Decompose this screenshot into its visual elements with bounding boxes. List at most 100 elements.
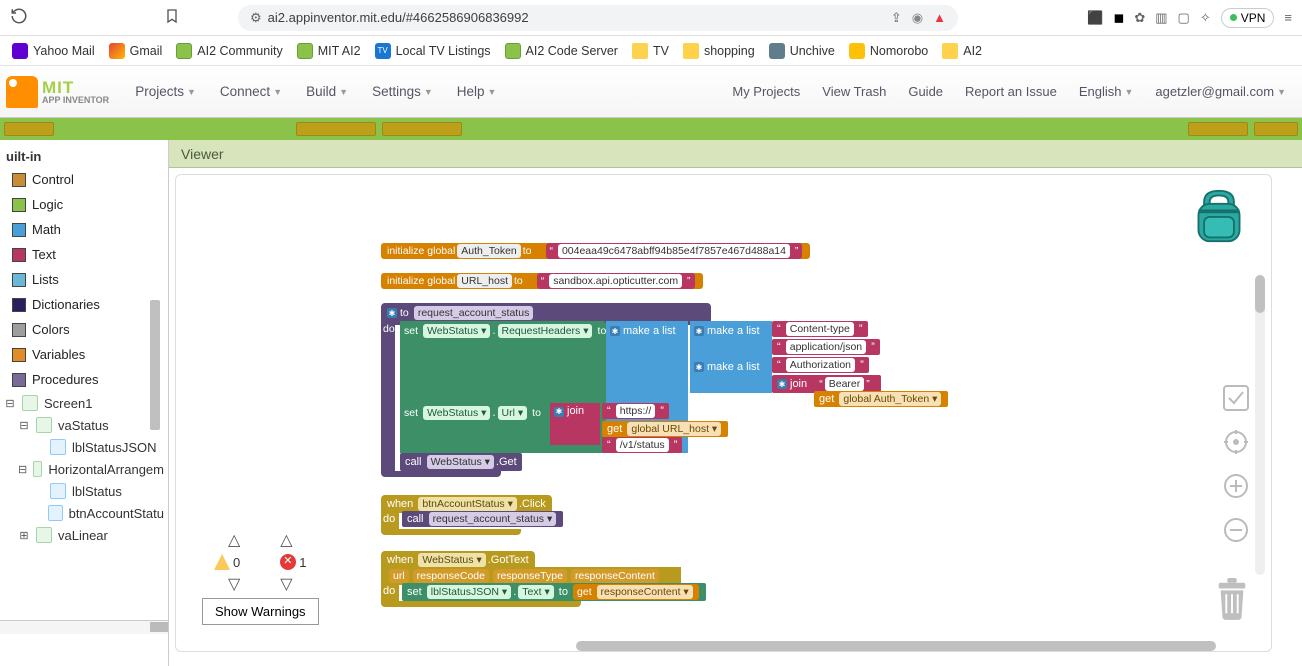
bm-nomorobo[interactable]: Nomorobo: [849, 43, 928, 59]
block-https[interactable]: “ https:// ”: [602, 403, 669, 419]
block-when-click-do[interactable]: do: [381, 511, 399, 531]
tree-item-Screen1[interactable]: ⊟Screen1: [0, 392, 168, 414]
url-text: ai2.appinventor.mit.edu/#466258690683699…: [268, 10, 529, 25]
palette-cat-dictionaries[interactable]: Dictionaries: [0, 292, 168, 317]
sidepanel-icon[interactable]: ▥: [1155, 10, 1167, 26]
tree-item-lblStatusJSON[interactable]: lblStatusJSON: [0, 436, 168, 458]
menu-build[interactable]: Build▼: [296, 78, 358, 105]
reload-icon[interactable]: [10, 7, 28, 28]
bm-unchive[interactable]: Unchive: [769, 43, 835, 59]
workspace-hscroll[interactable]: [376, 641, 1272, 651]
tree-expander[interactable]: ⊞: [18, 529, 30, 542]
menu-report[interactable]: Report an Issue: [955, 78, 1067, 105]
bm-yahoo[interactable]: Yahoo Mail: [12, 43, 95, 59]
palette-cat-lists[interactable]: Lists: [0, 267, 168, 292]
vpn-badge[interactable]: VPN: [1221, 8, 1275, 28]
warn-down-icon[interactable]: ▽: [228, 574, 240, 594]
warnings-panel: △ △ 0 1 ▽ ▽ Show Warnings: [202, 530, 319, 625]
tree-item-lblStatus[interactable]: lblStatus: [0, 480, 168, 502]
block-init-auth-token[interactable]: initialize globalAuth_Token to “ 004eaa4…: [381, 243, 810, 259]
menu-trash[interactable]: View Trash: [812, 78, 896, 105]
translate-icon[interactable]: ⬛: [1087, 10, 1103, 26]
palette-cat-logic[interactable]: Logic: [0, 192, 168, 217]
menu-settings[interactable]: Settings▼: [362, 78, 443, 105]
app-header: MITAPP INVENTOR Projects▼ Connect▼ Build…: [0, 66, 1302, 118]
bm-localtv[interactable]: TVLocal TV Listings: [375, 43, 491, 59]
palette-cat-procedures[interactable]: Procedures: [0, 367, 168, 392]
block-content-type[interactable]: “ Content-type ”: [772, 321, 868, 337]
block-set-url[interactable]: set WebStatus ▾.Url ▾ to: [400, 403, 548, 445]
bm-ai2community[interactable]: AI2 Community: [176, 43, 282, 59]
brave-icon[interactable]: ◉: [912, 10, 923, 26]
err-up-icon[interactable]: △: [280, 530, 292, 550]
palette-cat-control[interactable]: Control: [0, 167, 168, 192]
site-settings-icon[interactable]: ⚙: [250, 10, 262, 26]
workspace-controls: [1223, 385, 1249, 543]
tree-expander[interactable]: ⊟: [18, 463, 27, 476]
main-menu: Projects▼ Connect▼ Build▼ Settings▼ Help…: [125, 78, 506, 105]
block-join-url[interactable]: join: [550, 403, 600, 445]
block-init-url-host[interactable]: initialize globalURL_host to “ sandbox.a…: [381, 273, 703, 289]
zoom-out-icon[interactable]: [1223, 517, 1249, 543]
block-set-text[interactable]: set lblStatusJSON ▾.Text ▾ to get respon…: [402, 583, 706, 601]
check-icon[interactable]: [1223, 385, 1249, 411]
block-when-click-footer: [381, 529, 521, 535]
ext3-icon[interactable]: ✧: [1200, 10, 1211, 26]
tree-item-HorizontalArrangem[interactable]: ⊟HorizontalArrangem: [0, 458, 168, 480]
block-get-url-host[interactable]: get global URL_host ▾: [602, 421, 728, 437]
menu-myprojects[interactable]: My Projects: [722, 78, 810, 105]
bm-gmail[interactable]: Gmail: [109, 43, 163, 59]
url-bar[interactable]: ⚙ ai2.appinventor.mit.edu/#4662586906836…: [238, 5, 958, 31]
palette-cat-text[interactable]: Text: [0, 242, 168, 267]
bm-codeserver[interactable]: AI2 Code Server: [505, 43, 618, 59]
bookmark-icon[interactable]: [164, 8, 180, 27]
block-call-get[interactable]: call WebStatus ▾.Get: [400, 453, 522, 471]
block-get-auth-token[interactable]: get global Auth_Token ▾: [814, 391, 948, 407]
menu-projects[interactable]: Projects▼: [125, 78, 206, 105]
tree-expander[interactable]: ⊟: [4, 397, 16, 410]
show-warnings-button[interactable]: Show Warnings: [202, 598, 319, 625]
blocks-workspace[interactable]: initialize globalAuth_Token to “ 004eaa4…: [169, 168, 1302, 666]
err-down-icon[interactable]: ▽: [280, 574, 292, 594]
bm-tv[interactable]: TV: [632, 43, 669, 59]
menu-connect[interactable]: Connect▼: [210, 78, 292, 105]
mit-logo[interactable]: MITAPP INVENTOR: [6, 76, 109, 108]
ext1-icon[interactable]: ◼: [1114, 10, 1125, 26]
menu-lang[interactable]: English▼: [1069, 78, 1144, 105]
palette-cat-colors[interactable]: Colors: [0, 317, 168, 342]
bm-ai2[interactable]: AI2: [942, 43, 982, 59]
share-icon[interactable]: ⇪: [891, 10, 902, 26]
workspace-vscroll[interactable]: [1255, 275, 1265, 575]
block-gottext-do[interactable]: do: [381, 583, 399, 603]
extensions-icon[interactable]: ✿: [1134, 10, 1145, 26]
block-proc-do[interactable]: do: [381, 321, 395, 473]
bookmarks-bar: Yahoo Mail Gmail AI2 Community MIT AI2 T…: [0, 36, 1302, 66]
tree-item-btnAccountStatu[interactable]: btnAccountStatu: [0, 502, 168, 524]
menu-guide[interactable]: Guide: [898, 78, 953, 105]
block-v1status[interactable]: “ /v1/status ”: [602, 437, 682, 453]
tree-item-vaLinear[interactable]: ⊞vaLinear: [0, 524, 168, 546]
block-makelist-3[interactable]: make a list: [690, 357, 772, 393]
bm-mitai2[interactable]: MIT AI2: [297, 43, 361, 59]
menu-account[interactable]: agetzler@gmail.com▼: [1145, 78, 1296, 105]
warn-up-icon[interactable]: △: [228, 530, 240, 550]
palette-hscroll[interactable]: [0, 620, 168, 634]
tree-item-vaStatus[interactable]: ⊟vaStatus: [0, 414, 168, 436]
ext2-icon[interactable]: ▢: [1178, 10, 1190, 26]
center-icon[interactable]: [1223, 429, 1249, 455]
palette-cat-variables[interactable]: Variables: [0, 342, 168, 367]
palette-cat-math[interactable]: Math: [0, 217, 168, 242]
menu-icon[interactable]: ≡: [1284, 10, 1292, 25]
zoom-in-icon[interactable]: [1223, 473, 1249, 499]
block-call-proc[interactable]: call request_account_status ▾: [402, 511, 563, 527]
menu-help[interactable]: Help▼: [447, 78, 507, 105]
palette-scrollbar[interactable]: [150, 300, 160, 430]
tree-expander[interactable]: ⊟: [18, 419, 30, 432]
trash-icon[interactable]: [1213, 575, 1251, 621]
bm-shopping[interactable]: shopping: [683, 43, 755, 59]
block-authorization[interactable]: “ Authorization ”: [772, 357, 869, 373]
block-app-json[interactable]: “ application/json ”: [772, 339, 880, 355]
brave-shield-icon[interactable]: ▲: [933, 10, 946, 26]
block-makelist-2[interactable]: make a list: [690, 321, 772, 357]
backpack-icon[interactable]: [1191, 185, 1247, 247]
